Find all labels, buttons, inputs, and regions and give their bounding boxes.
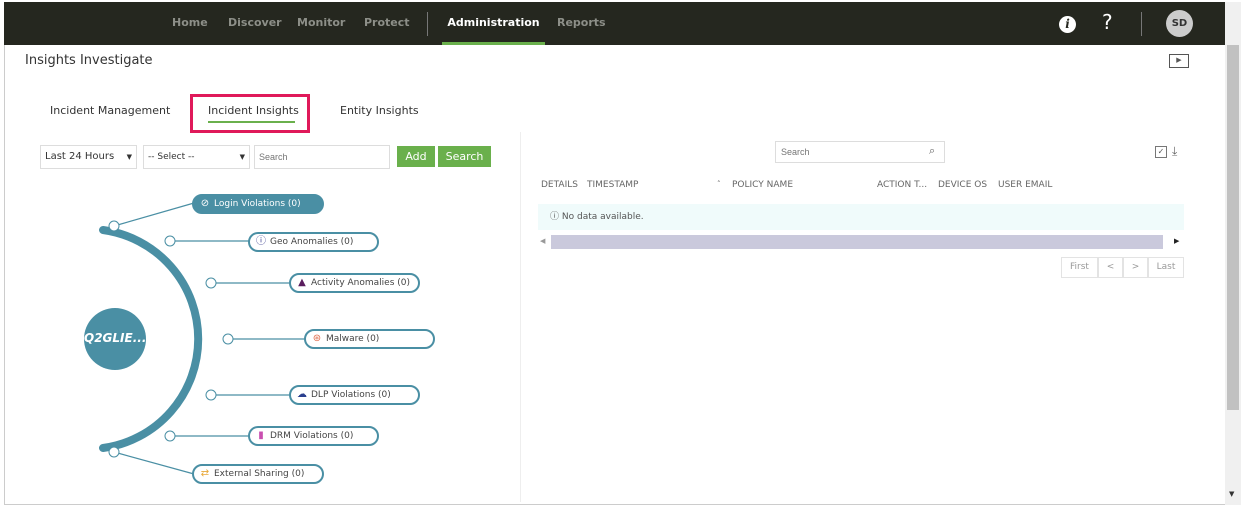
pager-last[interactable]: Last xyxy=(1148,257,1184,278)
table-search-input[interactable] xyxy=(775,141,945,163)
entity-label[interactable]: Q2GLIE... xyxy=(84,331,146,345)
panel-divider xyxy=(520,132,521,502)
pager-prev[interactable]: < xyxy=(1098,257,1123,278)
column-user-email[interactable]: USER EMAIL xyxy=(998,180,1052,190)
no-data-message: ⓘ No data available. xyxy=(538,204,1184,230)
download-icon[interactable]: ⤓ xyxy=(1172,144,1177,159)
node-label: Login Violations (0) xyxy=(214,199,301,209)
info-icon: ⓘ xyxy=(550,212,562,222)
warning-icon: ▲ xyxy=(298,277,306,288)
node-label: External Sharing (0) xyxy=(214,469,305,479)
sort-icon[interactable]: ˄ xyxy=(717,180,721,188)
user-avatar[interactable]: SD xyxy=(1166,10,1193,37)
nav-reports[interactable]: Reports xyxy=(557,2,606,45)
node-activity-anomalies[interactable]: ▲ Activity Anomalies (0) xyxy=(289,273,420,293)
bug-icon: ⊛ xyxy=(312,333,322,344)
column-timestamp[interactable]: TIMESTAMP xyxy=(587,180,638,190)
scroll-left-arrow[interactable]: ◀ xyxy=(540,237,545,245)
block-icon: ⊘ xyxy=(200,198,210,209)
scroll-right-arrow[interactable]: ▶ xyxy=(1174,237,1179,245)
file-icon: ▮ xyxy=(258,430,264,441)
pager-next[interactable]: > xyxy=(1123,257,1148,278)
horizontal-scrollbar[interactable] xyxy=(551,235,1163,249)
node-dlp-violations[interactable]: ☁ DLP Violations (0) xyxy=(289,385,420,405)
node-label: DRM Violations (0) xyxy=(270,431,354,441)
column-policy-name[interactable]: POLICY NAME xyxy=(732,180,793,190)
node-label: Activity Anomalies (0) xyxy=(311,278,411,288)
help-icon[interactable]: ? xyxy=(1102,10,1113,34)
alert-circle-icon: ⓘ xyxy=(256,236,266,247)
pager-first[interactable]: First xyxy=(1061,257,1098,278)
column-details[interactable]: DETAILS xyxy=(541,180,578,190)
node-external-sharing[interactable]: ⇄ External Sharing (0) xyxy=(192,464,324,484)
scroll-down-arrow[interactable]: ▼ xyxy=(1229,490,1234,498)
select-columns-icon[interactable]: ✓ xyxy=(1155,146,1167,158)
node-geo-anomalies[interactable]: ⓘ Geo Anomalies (0) xyxy=(248,232,379,252)
node-drm-violations[interactable]: ▮ DRM Violations (0) xyxy=(248,426,379,446)
swap-icon: ⇄ xyxy=(200,468,210,479)
info-icon[interactable]: i xyxy=(1059,16,1076,33)
column-action-type[interactable]: ACTION T... xyxy=(877,180,927,190)
search-icon[interactable]: ⌕ xyxy=(929,144,935,158)
node-label: Geo Anomalies (0) xyxy=(270,237,354,247)
node-label: Malware (0) xyxy=(326,334,380,344)
no-data-text: No data available. xyxy=(561,212,644,222)
nav-divider xyxy=(1141,12,1142,36)
column-device-os[interactable]: DEVICE OS xyxy=(938,180,987,190)
cloud-icon: ☁ xyxy=(297,389,307,400)
node-malware[interactable]: ⊛ Malware (0) xyxy=(304,329,435,349)
scrollbar-thumb[interactable] xyxy=(1227,45,1239,410)
node-label: DLP Violations (0) xyxy=(311,390,391,400)
node-login-violations[interactable]: ⊘ Login Violations (0) xyxy=(192,194,324,214)
video-icon[interactable]: ▶ xyxy=(1169,54,1189,68)
